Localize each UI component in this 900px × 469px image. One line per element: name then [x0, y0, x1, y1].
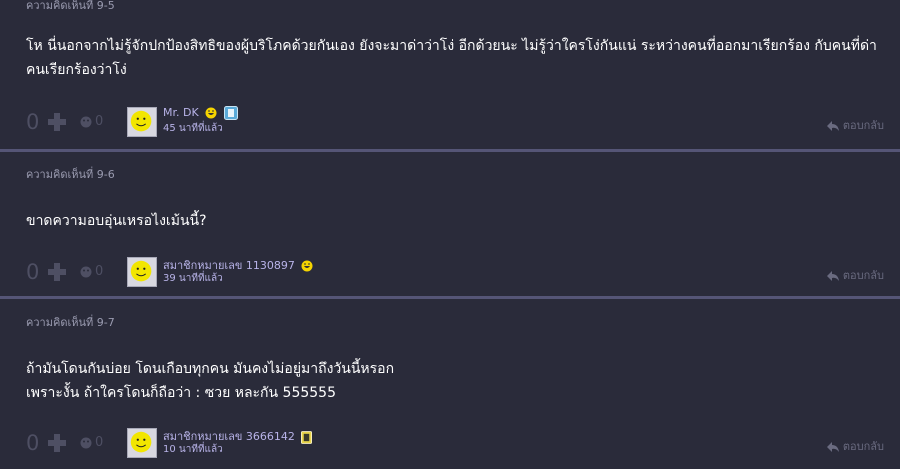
vote-count: 0 [26, 431, 40, 455]
comment-body: ถ้ามันโดนกันบ่อย โดนเกือบทุกคน มันคงไม่อ… [26, 357, 886, 405]
plus-icon[interactable] [48, 263, 66, 281]
timestamp: 10 นาทีที่แล้ว [163, 444, 223, 455]
smiley-avatar-icon [130, 110, 152, 132]
vote-count: 0 [26, 110, 40, 134]
avatar[interactable] [127, 257, 157, 287]
comment-label: ความคิดเห็นที่ 9-7 [26, 316, 115, 329]
reply-label: ตอบกลับ [842, 119, 884, 132]
comment-line: คนเรียกร้องว่าโง่ [26, 62, 127, 78]
comment-divider [0, 149, 900, 152]
comment-body: โห นี่นอกจากไม่รู้จักปกป้องสิทธิของผู้บร… [26, 34, 886, 82]
username[interactable]: Mr. DK [163, 106, 199, 119]
emotion-count: 0 [95, 264, 104, 279]
badge-icon [301, 430, 313, 444]
reply-button[interactable]: ตอบกลับ [826, 116, 884, 134]
comment-line: โห นี่นอกจากไม่รู้จักปกป้องสิทธิของผู้บร… [26, 38, 877, 54]
comment-9-6: ความคิดเห็นที่ 9-6 ขาดความอบอุ่นเหรอไงเม… [0, 157, 900, 297]
reply-button[interactable]: ตอบกลับ [826, 266, 884, 284]
emotion-icon[interactable] [80, 437, 92, 449]
comment-footer: 0 0 สมาชิกหมายเลข 1130897 39 นาทีที่แล้ว… [0, 256, 900, 288]
comment-body: ขาดความอบอุ่นเหรอไงเม้นนี้? [26, 209, 886, 233]
laugh-emoji-icon [205, 107, 217, 119]
plus-icon[interactable] [48, 113, 66, 131]
comment-footer: 0 0 Mr. DK 45 นาทีที่แล้ว ตอบกลับ [0, 106, 900, 138]
comment-9-7: ความคิดเห็นที่ 9-7 ถ้ามันโดนกันบ่อย โดนเ… [0, 305, 900, 469]
reply-arrow-icon [826, 442, 839, 452]
smiley-avatar-icon [130, 260, 152, 282]
vote-count: 0 [26, 260, 40, 284]
emotion-count: 0 [95, 114, 104, 129]
comment-line: ขาดความอบอุ่นเหรอไงเม้นนี้? [26, 213, 207, 229]
comment-label: ความคิดเห็นที่ 9-6 [26, 168, 115, 181]
avatar[interactable] [127, 107, 157, 137]
reply-label: ตอบกลับ [842, 440, 884, 453]
emotion-count: 0 [95, 435, 104, 450]
comment-divider [0, 296, 900, 299]
badge-icon [223, 106, 238, 120]
comment-line: ถ้ามันโดนกันบ่อย โดนเกือบทุกคน มันคงไม่อ… [26, 361, 395, 377]
reply-label: ตอบกลับ [842, 269, 884, 282]
timestamp: 39 นาทีที่แล้ว [163, 273, 223, 284]
comment-footer: 0 0 สมาชิกหมายเลข 3666142 10 นาทีที่แล้ว… [0, 427, 900, 459]
emotion-icon[interactable] [80, 266, 92, 278]
laugh-emoji-icon [301, 260, 313, 272]
avatar[interactable] [127, 428, 157, 458]
emotion-icon[interactable] [80, 116, 92, 128]
comment-label: ความคิดเห็นที่ 9-5 [26, 0, 115, 12]
reply-arrow-icon [826, 271, 839, 281]
timestamp: 45 นาทีที่แล้ว [163, 123, 223, 134]
reply-arrow-icon [826, 121, 839, 131]
reply-button[interactable]: ตอบกลับ [826, 437, 884, 455]
plus-icon[interactable] [48, 434, 66, 452]
comment-9-5: ความคิดเห็นที่ 9-5 โห นี่นอกจากไม่รู้จัก… [0, 0, 900, 151]
smiley-avatar-icon [130, 431, 152, 453]
comment-line: เพราะงั้น ถ้าใครโดนก็ถือว่า : ซวย หละกัน… [26, 385, 336, 401]
username-row: Mr. DK [163, 106, 238, 120]
